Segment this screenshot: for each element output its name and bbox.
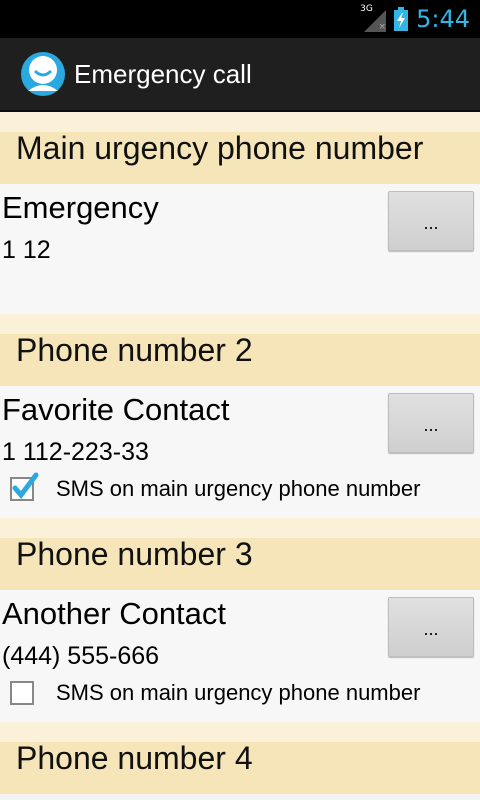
contact-card-main: Emergency 1 12 ... [0,184,480,314]
contact-card-2: Favorite Contact 1 112-223-33 ... SMS on… [0,386,480,518]
contact-name: Favorite Contact [2,392,230,427]
clock: 5:44 [416,5,470,33]
section-title: Phone number 4 [16,740,253,776]
choose-contact-button[interactable]: ... [388,597,474,657]
section-title: Phone number 3 [16,536,253,572]
status-bar: 3G × 5:44 [0,0,480,38]
contact-name: Emergency [2,190,159,225]
app-logo-icon[interactable] [20,51,66,97]
sms-option-row[interactable]: SMS on main urgency phone number [10,472,420,506]
contact-name: Another Contact [2,596,227,631]
sms-label: SMS on main urgency phone number [56,680,421,705]
contact-number: (444) 555-666 [2,642,160,670]
choose-contact-button[interactable]: ... [388,191,474,251]
action-bar: Emergency call [0,38,480,112]
contact-number: 1 112-223-33 [2,438,149,466]
app-title: Emergency call [74,59,252,89]
choose-contact-button[interactable]: ... [388,393,474,453]
sms-label: SMS on main urgency phone number [56,476,421,501]
section-header-phone-2: Phone number 2 [0,314,480,386]
battery-icon [394,7,409,31]
contact-list: Main urgency phone number Emergency 1 12… [0,112,480,794]
section-header-main: Main urgency phone number [0,112,480,184]
sms-checkbox-unchecked[interactable] [10,681,34,705]
signal-icon: 3G × [360,4,387,32]
section-title: Phone number 2 [16,332,253,368]
contact-number: 1 12 [2,236,51,264]
section-title: Main urgency phone number [16,130,424,166]
sms-option-row[interactable]: SMS on main urgency phone number [10,676,420,710]
section-header-phone-3: Phone number 3 [0,518,480,590]
section-header-phone-4: Phone number 4 [0,722,480,794]
sms-checkbox-checked[interactable] [10,472,39,501]
contact-card-3: Another Contact (444) 555-666 ... SMS on… [0,590,480,722]
